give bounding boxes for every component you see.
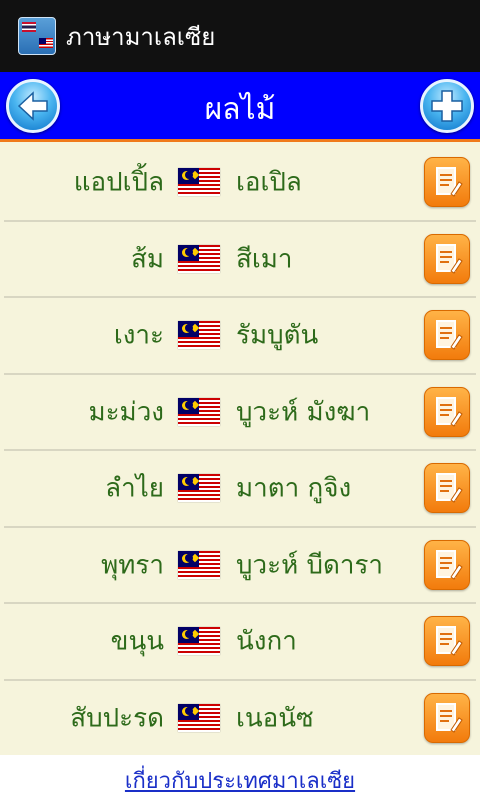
footer: เกี่ยวกับประเทศมาเลเซีย (0, 755, 480, 800)
edit-button[interactable] (424, 616, 470, 667)
malay-word: นังกา (236, 626, 297, 657)
app-title: ภาษามาเลเซีย (66, 22, 216, 51)
malaysia-flag-icon (178, 244, 220, 273)
malaysia-flag-icon (178, 550, 220, 579)
about-malaysia-link[interactable]: เกี่ยวกับประเทศมาเลเซีย (125, 763, 355, 798)
malaysia-flag-icon (178, 703, 220, 732)
app-title-bar: ภาษามาเลเซีย (0, 0, 480, 72)
malay-word: รัมบูตัน (236, 320, 319, 351)
edit-button[interactable] (424, 386, 470, 437)
list-item[interactable]: สับปะรด เนอนัซ (4, 681, 476, 757)
edit-note-icon (436, 320, 463, 350)
word-list: แอปเปิ้ล เอเปิล ส้ม สีเมา เงาะ รัมบูตัน … (4, 145, 476, 757)
edit-note-icon (436, 473, 463, 503)
edit-button[interactable] (424, 157, 470, 208)
thai-word: สับปะรด (70, 703, 164, 734)
malaysia-flag-icon (178, 397, 220, 426)
plus-icon (431, 90, 463, 122)
thai-word: ขนุน (110, 626, 164, 657)
edit-note-icon (436, 243, 463, 274)
edit-button[interactable] (424, 310, 470, 361)
thai-word: มะม่วง (88, 397, 164, 428)
page-title: ผลไม้ (204, 92, 276, 127)
edit-note-icon (436, 167, 463, 197)
malay-word: บูวะห์ มังฆา (236, 397, 371, 428)
edit-button[interactable] (424, 692, 470, 743)
edit-button[interactable] (424, 539, 470, 590)
thai-word: พุทรา (101, 550, 164, 581)
thai-word: ส้ม (130, 244, 164, 275)
list-item[interactable]: พุทรา บูวะห์ บีดารา (4, 528, 476, 604)
malay-word: มาตา กูจิง (236, 473, 352, 504)
list-item[interactable]: ส้ม สีเมา (4, 222, 476, 298)
malay-word: เนอนัซ (236, 703, 314, 734)
thai-word: ลำไย (105, 473, 164, 504)
list-item[interactable]: ขนุน นังกา (4, 604, 476, 681)
add-button[interactable] (420, 79, 474, 133)
thai-word: แอปเปิ้ล (73, 167, 164, 198)
edit-note-icon (436, 702, 463, 733)
list-item[interactable]: ลำไย มาตา กูจิง (4, 451, 476, 528)
malaysia-flag-icon (178, 627, 220, 656)
malaysia-flag-icon (178, 168, 220, 197)
edit-button[interactable] (424, 233, 470, 284)
malay-word: เอเปิล (236, 167, 302, 198)
nav-header: ผลไม้ (0, 72, 480, 142)
malaysia-flag-icon (178, 321, 220, 350)
edit-note-icon (436, 626, 463, 656)
malay-word: บูวะห์ บีดารา (236, 550, 384, 581)
list-item[interactable]: มะม่วง บูวะห์ มังฆา (4, 375, 476, 451)
list-item[interactable]: เงาะ รัมบูตัน (4, 298, 476, 375)
thai-word: เงาะ (113, 320, 164, 351)
app-flags-icon (18, 17, 56, 55)
malay-word: สีเมา (236, 244, 293, 275)
list-item[interactable]: แอปเปิ้ล เอเปิล (4, 145, 476, 222)
malaysia-flag-icon (178, 474, 220, 503)
edit-button[interactable] (424, 463, 470, 514)
edit-note-icon (436, 549, 463, 580)
edit-note-icon (436, 396, 463, 427)
